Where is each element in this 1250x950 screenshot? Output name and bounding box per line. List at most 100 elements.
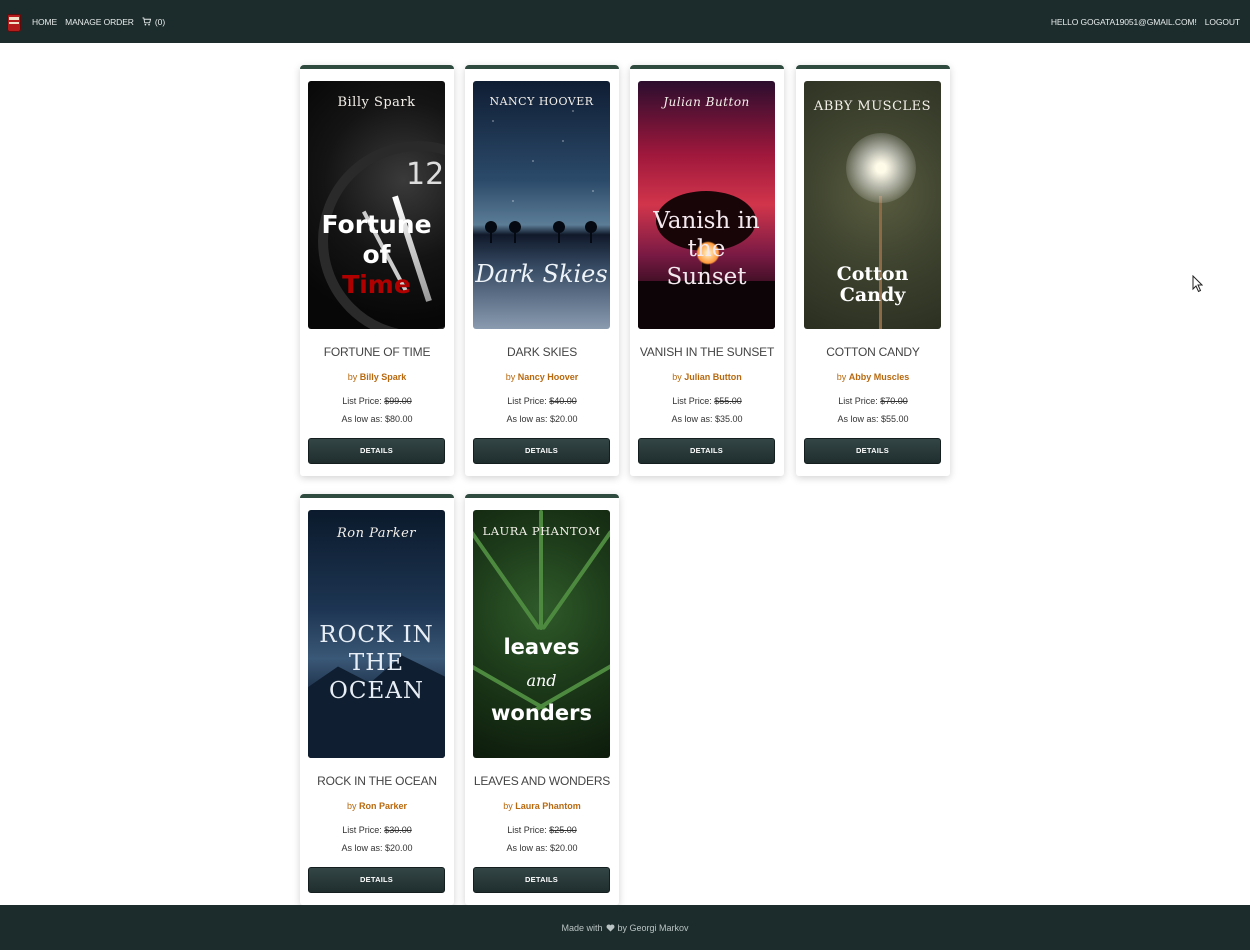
cover-title-line: Time bbox=[342, 270, 411, 299]
low-price: As low as: $55.00 bbox=[796, 414, 950, 424]
product-author: by Abby Muscles bbox=[796, 372, 950, 382]
product-title: VANISH IN THE SUNSET bbox=[639, 345, 775, 359]
list-price-value: $55.00 bbox=[714, 396, 742, 406]
nav-manage-order-link[interactable]: MANAGE ORDER bbox=[65, 17, 134, 27]
nav-right-group: HELLO GOGATA19051@GMAIL.COM! LOGOUT bbox=[1043, 17, 1240, 27]
cover-title-line: leaves bbox=[503, 635, 580, 659]
cover-author: Ron Parker bbox=[336, 526, 417, 541]
low-price: As low as: $20.00 bbox=[465, 843, 619, 853]
list-price: List Price: $70.00 bbox=[796, 396, 950, 406]
product-card: Julian Button Vanish in the Sunset VANIS… bbox=[630, 65, 784, 476]
list-price: List Price: $55.00 bbox=[630, 396, 784, 406]
author-name: Nancy Hoover bbox=[517, 372, 579, 382]
author-name: Billy Spark bbox=[359, 372, 407, 382]
list-price-value: $99.00 bbox=[384, 396, 412, 406]
low-price: As low as: $80.00 bbox=[300, 414, 454, 424]
product-title: DARK SKIES bbox=[506, 345, 578, 359]
cover-author: LAURA PHANTOM bbox=[482, 524, 601, 538]
product-author: by Julian Button bbox=[630, 372, 784, 382]
low-price-value: $55.00 bbox=[881, 414, 909, 424]
low-price-label: As low as: bbox=[506, 414, 548, 424]
product-card: NANCY HOOVER Dark Skies DARK SKIES by Na… bbox=[465, 65, 619, 476]
low-price-value: $20.00 bbox=[385, 843, 413, 853]
list-price-value: $30.00 bbox=[384, 825, 412, 835]
product-card: Ron Parker ROCK IN THE OCEAN ROCK IN THE… bbox=[300, 494, 454, 905]
low-price-value: $80.00 bbox=[385, 414, 413, 424]
product-title: ROCK IN THE OCEAN bbox=[317, 774, 437, 788]
details-button[interactable]: DETAILS bbox=[804, 438, 941, 464]
low-price-label: As low as: bbox=[341, 843, 383, 853]
author-name: Laura Phantom bbox=[515, 801, 581, 811]
book-cover-image[interactable]: Julian Button Vanish in the Sunset bbox=[638, 81, 775, 329]
author-name: Abby Muscles bbox=[848, 372, 910, 382]
cover-title-line: and bbox=[526, 671, 557, 690]
by-label: by bbox=[346, 801, 357, 811]
low-price-label: As low as: bbox=[506, 843, 548, 853]
nav-logout-link[interactable]: LOGOUT bbox=[1205, 17, 1240, 27]
cover-author: NANCY HOOVER bbox=[489, 95, 594, 108]
book-cover-image[interactable]: NANCY HOOVER Dark Skies bbox=[473, 81, 610, 329]
book-cover-image[interactable]: Ron Parker ROCK IN THE OCEAN bbox=[308, 510, 445, 758]
by-label: by bbox=[505, 372, 516, 382]
product-card: 12 Billy Spark Fortune of Time FORTUNE O… bbox=[300, 65, 454, 476]
cover-title-line: ROCK IN bbox=[319, 622, 434, 648]
list-price: List Price: $99.00 bbox=[300, 396, 454, 406]
nav-greeting-link[interactable]: HELLO GOGATA19051@GMAIL.COM! bbox=[1051, 17, 1197, 27]
product-author: by Nancy Hoover bbox=[465, 372, 619, 382]
top-navbar: HOME MANAGE ORDER (0) HELLO GOGATA19051@… bbox=[0, 0, 1250, 43]
cover-title-line: wonders bbox=[491, 701, 592, 725]
low-price: As low as: $20.00 bbox=[465, 414, 619, 424]
nav-home-link[interactable]: HOME bbox=[32, 17, 57, 27]
cover-title-line: THE bbox=[348, 650, 405, 676]
product-author: by Ron Parker bbox=[300, 801, 454, 811]
list-price: List Price: $25.00 bbox=[465, 825, 619, 835]
product-title: COTTON CANDY bbox=[826, 345, 920, 359]
details-button[interactable]: DETAILS bbox=[308, 438, 445, 464]
details-button[interactable]: DETAILS bbox=[473, 867, 610, 893]
low-price-value: $20.00 bbox=[550, 414, 578, 424]
list-price-label: List Price: bbox=[507, 825, 547, 835]
list-price-value: $25.00 bbox=[549, 825, 577, 835]
cover-title-line: the bbox=[687, 236, 726, 262]
low-price: As low as: $20.00 bbox=[300, 843, 454, 853]
low-price-label: As low as: bbox=[837, 414, 879, 424]
cover-title-line: Vanish in bbox=[653, 208, 760, 234]
by-label: by bbox=[672, 372, 682, 382]
heart-icon bbox=[606, 924, 614, 932]
product-card: ABBY MUSCLES Cotton Candy COTTON CANDY b… bbox=[796, 65, 950, 476]
list-price-label: List Price: bbox=[507, 396, 547, 406]
list-price-value: $70.00 bbox=[880, 396, 908, 406]
low-price-value: $35.00 bbox=[715, 414, 743, 424]
low-price-label: As low as: bbox=[341, 414, 383, 424]
book-cover-image[interactable]: LAURA PHANTOM leaves and wonders bbox=[473, 510, 610, 758]
cover-author: ABBY MUSCLES bbox=[813, 99, 932, 114]
book-logo-icon[interactable] bbox=[6, 11, 22, 33]
list-price-value: $40.00 bbox=[549, 396, 577, 406]
mouse-cursor-icon bbox=[1192, 275, 1203, 293]
cover-title-line: of bbox=[362, 240, 391, 269]
details-button[interactable]: DETAILS bbox=[473, 438, 610, 464]
author-name: Julian Button bbox=[684, 372, 742, 382]
cover-author: Julian Button bbox=[663, 95, 750, 109]
book-cover-image[interactable]: 12 Billy Spark Fortune of Time bbox=[308, 81, 445, 329]
list-price: List Price: $40.00 bbox=[465, 396, 619, 406]
list-price-label: List Price: bbox=[672, 396, 712, 406]
cover-title-line: Cotton Candy bbox=[836, 263, 909, 306]
by-label: by bbox=[503, 801, 513, 811]
nav-cart-link[interactable]: (0) bbox=[142, 17, 165, 27]
details-button[interactable]: DETAILS bbox=[308, 867, 445, 893]
low-price-value: $20.00 bbox=[550, 843, 578, 853]
cart-count: (0) bbox=[154, 16, 166, 27]
details-button[interactable]: DETAILS bbox=[638, 438, 775, 464]
product-title: FORTUNE OF TIME bbox=[323, 345, 431, 359]
product-author: by Billy Spark bbox=[300, 372, 454, 382]
cover-title-line: Dark Skies bbox=[475, 260, 608, 288]
cart-icon bbox=[142, 17, 151, 26]
list-price-label: List Price: bbox=[342, 825, 382, 835]
product-author: by Laura Phantom bbox=[465, 801, 619, 811]
list-price: List Price: $30.00 bbox=[300, 825, 454, 835]
cover-title-line: OCEAN bbox=[329, 678, 424, 704]
list-price-label: List Price: bbox=[342, 396, 382, 406]
book-cover-image[interactable]: ABBY MUSCLES Cotton Candy bbox=[804, 81, 941, 329]
cover-author: Billy Spark bbox=[337, 95, 416, 110]
